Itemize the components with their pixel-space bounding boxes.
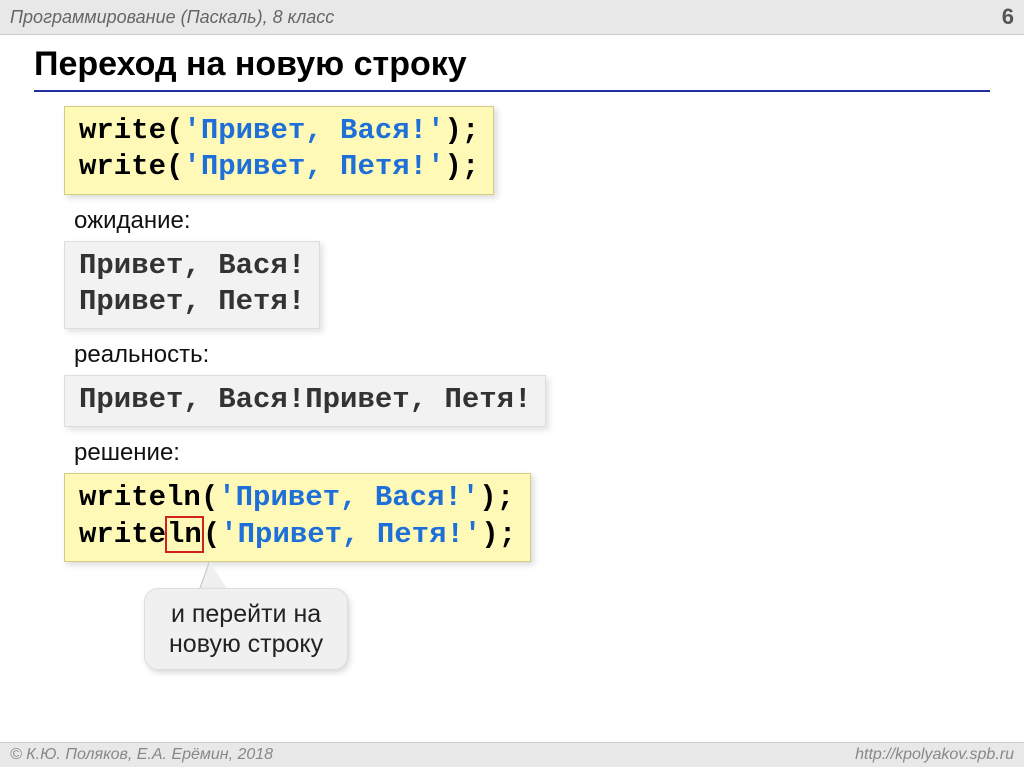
quote: ' [464,518,481,551]
quote: ' [427,114,444,147]
code-line: write('Привет, Вася!'); [79,113,479,149]
string-literal: Привет, Вася! [236,481,462,514]
quote: ' [462,481,479,514]
code-line: write('Привет, Петя!'); [79,149,479,185]
keyword-ln-highlighted: ln [165,516,204,553]
callout-pointer-icon [200,562,228,590]
close-paren: ) [481,518,498,551]
output-reality: Привет, Вася!Привет, Петя! [64,375,546,427]
callout-text: и перейти на [169,599,323,629]
semicolon: ; [462,150,479,183]
keyword-write: write [79,150,166,183]
string-literal: Привет, Петя! [201,150,427,183]
callout-bubble: и перейти на новую строку [144,588,348,670]
slide-content: Переход на новую строку write('Привет, В… [0,35,1024,670]
open-paren: ( [201,481,218,514]
output-line: Привет, Вася!Привет, Петя! [79,383,531,416]
keyword-ln: ln [166,481,201,514]
semicolon: ; [497,481,514,514]
output-expected: Привет, Вася! Привет, Петя! [64,241,320,330]
semicolon: ; [499,518,516,551]
slide-header: Программирование (Паскаль), 8 класс 6 [0,0,1024,35]
close-paren: ) [479,481,496,514]
quote: ' [220,518,237,551]
course-label: Программирование (Паскаль), 8 класс [10,7,334,28]
string-literal: Привет, Вася! [201,114,427,147]
callout-text: новую строку [169,629,323,659]
code-line: writeln('Привет, Петя!'); [79,517,516,553]
code-block-write: write('Привет, Вася!'); write('Привет, П… [64,106,494,195]
output-line: Привет, Петя! [79,284,305,320]
semicolon: ; [462,114,479,147]
code-line: writeln('Привет, Вася!'); [79,480,516,516]
quote: ' [218,481,235,514]
keyword-write: write [79,518,166,551]
open-paren: ( [166,114,183,147]
quote: ' [183,150,200,183]
footer-url: http://kpolyakov.spb.ru [855,746,1014,764]
code-block-writeln: writeln('Привет, Вася!'); writeln('Приве… [64,473,531,562]
open-paren: ( [203,518,220,551]
string-literal: Привет, Петя! [238,518,464,551]
callout-wrapper: и перейти на новую строку [144,588,990,670]
close-paren: ) [444,114,461,147]
quote: ' [427,150,444,183]
page-number: 6 [1002,4,1014,30]
quote: ' [183,114,200,147]
copyright: © К.Ю. Поляков, Е.А. Ерёмин, 2018 [10,746,273,764]
output-line: Привет, Вася! [79,248,305,284]
slide-footer: © К.Ю. Поляков, Е.А. Ерёмин, 2018 http:/… [0,742,1024,767]
keyword-write: write [79,114,166,147]
label-reality: реальность: [74,341,990,369]
keyword-write: write [79,481,166,514]
label-solution: решение: [74,439,990,467]
close-paren: ) [444,150,461,183]
slide-title: Переход на новую строку [34,45,990,92]
label-expectation: ожидание: [74,207,990,235]
open-paren: ( [166,150,183,183]
